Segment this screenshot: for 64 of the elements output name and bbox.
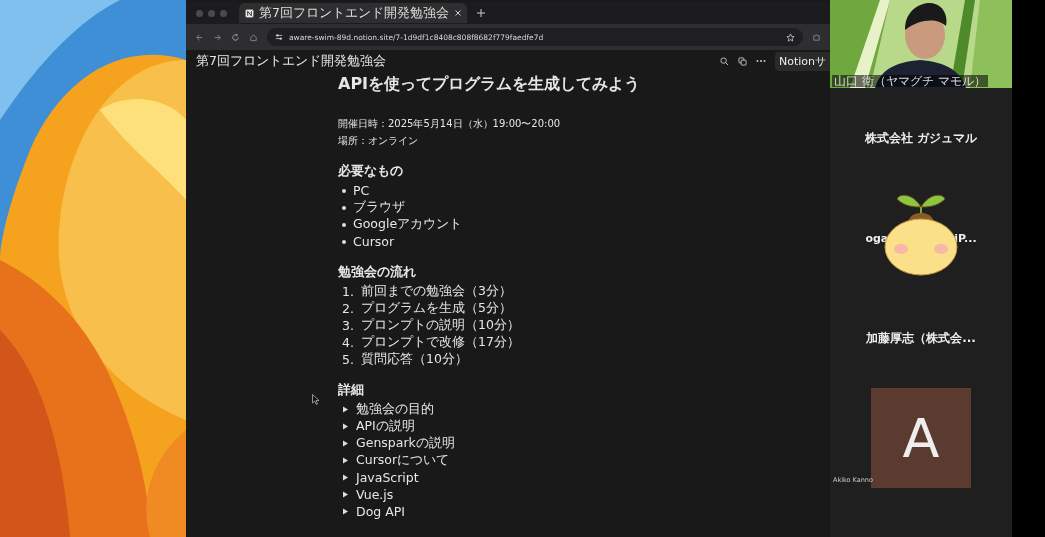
list-number: 1. [342,284,354,299]
copy-icon[interactable] [737,56,747,66]
toggle-arrow-icon[interactable] [342,474,349,481]
bullet-icon [342,222,346,227]
toggle-arrow-icon[interactable] [342,508,349,515]
browser-tab[interactable]: 第7回フロントエンド開発勉強会 [239,3,467,23]
tab-title: 第7回フロントエンド開発勉強会 [259,4,450,22]
section-heading: 勉強会の流れ [338,263,416,281]
more-icon[interactable] [755,59,766,63]
list-item: PC [353,183,370,198]
list-item: 前回までの勉強会（3分） [360,283,512,300]
section-heading: 必要なもの [338,162,403,180]
window-control-dot[interactable] [208,9,215,17]
toggle-item[interactable]: Dog API [356,504,405,519]
participant-name: 株式会社 ガジュマル [864,129,978,147]
bullet-icon [342,205,346,210]
list-item: プロンプトで改修（17分） [360,334,520,351]
participant-name: 山口 衛（ヤマグチ マモル） [832,75,988,87]
list-item: Googleアカウント [353,216,463,233]
list-number: 2. [342,301,354,316]
list-number: 4. [342,335,354,350]
home-icon[interactable] [249,32,258,42]
list-number: 5. [342,352,354,367]
toggle-arrow-icon[interactable] [342,406,349,413]
window-control-dot[interactable] [220,9,227,17]
breadcrumb[interactable]: 第7回フロントエンド開発勉強会 [196,52,711,70]
window-control-dot[interactable] [196,9,203,17]
site-settings-icon[interactable] [275,33,283,41]
star-icon[interactable] [786,32,795,42]
toggle-arrow-icon[interactable] [342,457,349,464]
bullet-icon [342,188,346,193]
info-text: 開催日時：2025年5月14日（水）19:00〜20:00 [338,117,561,131]
participant-name: oga [865,231,889,245]
participant-name: iP... [954,231,977,245]
toggle-item[interactable]: JavaScript [356,470,419,485]
toggle-item[interactable]: Cursorについて [356,452,450,469]
toggle-item[interactable]: Gensparkの説明 [356,435,455,452]
list-item: Cursor [353,234,395,249]
bullet-icon [342,239,346,244]
extensions-icon[interactable] [812,32,821,42]
toggle-item[interactable]: APIの説明 [356,418,415,435]
toggle-arrow-icon[interactable] [342,440,349,447]
section-heading: 詳細 [338,381,364,399]
list-item: 質問応答（10分） [360,351,468,368]
toggle-arrow-icon[interactable] [342,423,349,430]
mouse-cursor-icon [312,394,320,405]
list-item: プロンプトの説明（10分） [360,317,520,334]
page-icon [245,8,254,18]
notion-button[interactable]: Notionサ [774,51,830,71]
participant-name: 加藤厚志（株式会... [866,329,976,347]
forward-icon[interactable] [213,32,222,42]
new-tab-icon[interactable] [477,9,485,17]
toggle-arrow-icon[interactable] [342,491,349,498]
info-text: 場所：オンライン [338,134,418,148]
search-icon[interactable] [719,56,729,66]
page-title: APIを使ってプログラムを生成してみよう [338,73,642,95]
list-item: ブラウザ [353,199,405,216]
toggle-item[interactable]: Vue.js [356,487,394,502]
back-icon[interactable] [195,32,204,42]
reload-icon[interactable] [231,32,240,42]
list-number: 3. [342,318,354,333]
toggle-item[interactable]: 勉強会の目的 [356,401,434,418]
list-item: プログラムを生成（5分） [360,300,512,317]
close-icon[interactable] [455,10,461,16]
